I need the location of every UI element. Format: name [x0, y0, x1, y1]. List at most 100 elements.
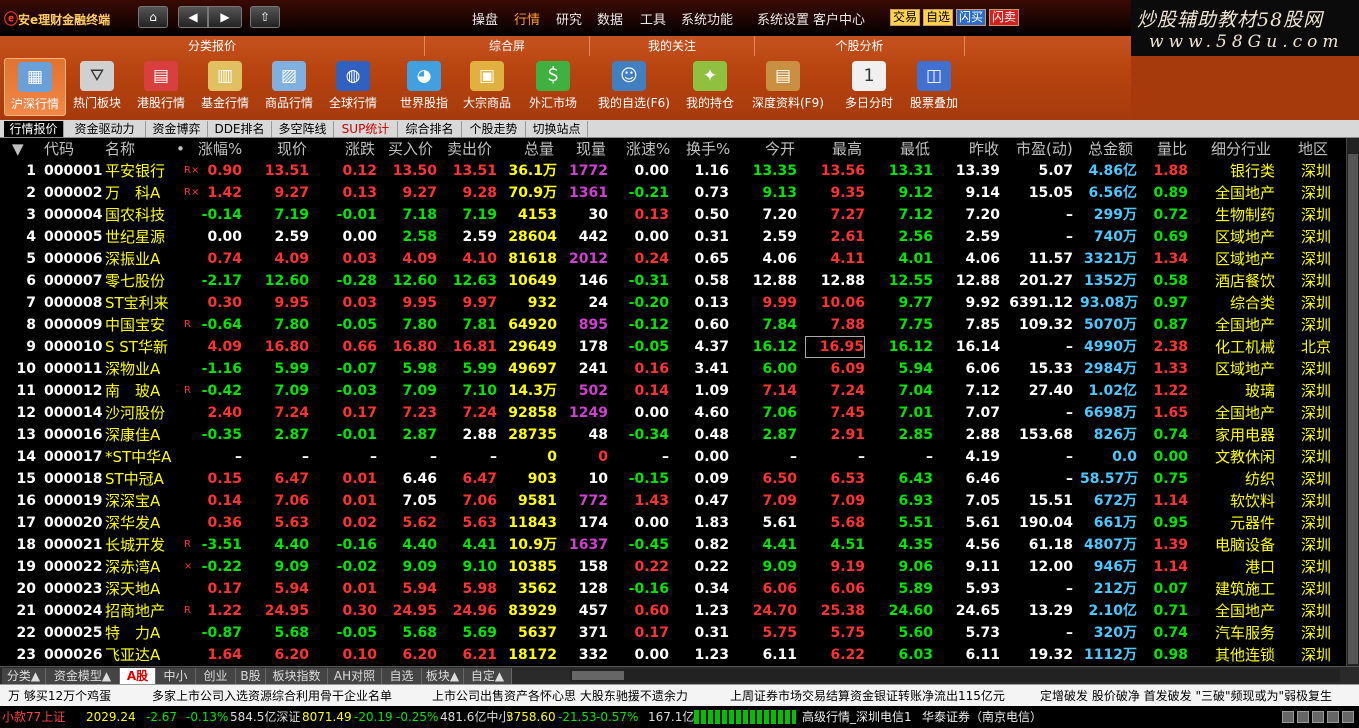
- forward-button[interactable]: ▶: [208, 6, 242, 28]
- cell-name[interactable]: S ST华新: [105, 336, 185, 358]
- view-tab-7[interactable]: 综合排名: [398, 121, 462, 137]
- quick-button-4[interactable]: 闪卖: [989, 9, 1020, 26]
- header-22[interactable]: 地区: [1298, 138, 1328, 160]
- header-18[interactable]: 市盈(动): [1016, 138, 1073, 160]
- ribbon-button-7[interactable]: ◕ 世界股指: [393, 58, 455, 116]
- ticker-item-3[interactable]: 上市公司出售资产各怀心思 大股东驰援不遗余力: [432, 685, 688, 707]
- ribbon-button-12[interactable]: ▤ 深度资料(F9): [752, 58, 824, 116]
- cell-code[interactable]: 000021: [44, 534, 104, 556]
- header-15[interactable]: 最高: [832, 138, 862, 160]
- cell-code[interactable]: 000018: [44, 468, 104, 490]
- cell-code[interactable]: 000014: [44, 402, 104, 424]
- ribbon-button-2[interactable]: ⛛ 热门板块: [66, 58, 128, 116]
- ribbon-button-8[interactable]: ▣ 大宗商品: [456, 58, 518, 116]
- cell-code[interactable]: 000025: [44, 622, 104, 644]
- cell-code[interactable]: 000004: [44, 204, 104, 226]
- header-14[interactable]: 今开: [765, 138, 795, 160]
- cell-code[interactable]: 000026: [44, 644, 104, 666]
- header-17[interactable]: 昨收: [969, 138, 999, 160]
- cell-code[interactable]: 000019: [44, 490, 104, 512]
- network-icon[interactable]: [1282, 711, 1294, 723]
- header-1[interactable]: ▼: [12, 138, 24, 160]
- grid-icon[interactable]: [1327, 711, 1339, 723]
- market-tab-5[interactable]: 创业: [196, 668, 236, 684]
- horizontal-scrollbar[interactable]: [570, 669, 1340, 682]
- vertical-scrollbar[interactable]: [1346, 138, 1359, 666]
- header-5[interactable]: 涨幅%: [198, 138, 242, 160]
- cell-code[interactable]: 000022: [44, 556, 104, 578]
- menu-1[interactable]: 操盘: [472, 9, 498, 28]
- ribbon-button-13[interactable]: 1 多日分时: [838, 58, 900, 116]
- close-icon[interactable]: [1342, 711, 1354, 723]
- cell-name[interactable]: 深华发A: [105, 512, 185, 534]
- cell-name[interactable]: *ST中华A: [105, 446, 185, 468]
- header-9[interactable]: 卖出价: [447, 138, 492, 160]
- header-10[interactable]: 总量: [524, 138, 554, 160]
- market-tab-7[interactable]: 板块指数: [266, 668, 328, 684]
- cell-name[interactable]: 长城开发: [105, 534, 185, 556]
- cell-name[interactable]: 南 玻A: [105, 380, 185, 402]
- header-13[interactable]: 换手%: [686, 138, 730, 160]
- view-tab-3[interactable]: 资金博弈: [146, 121, 208, 137]
- quick-button-3[interactable]: 闪买: [956, 9, 987, 26]
- cell-name[interactable]: 深天地A: [105, 578, 185, 600]
- horizontal-scroll-thumb[interactable]: [572, 671, 624, 680]
- cell-name[interactable]: 飞亚达A: [105, 644, 185, 666]
- market-tab-8[interactable]: AH对照: [328, 668, 382, 684]
- quick-button-2[interactable]: 自选: [923, 9, 954, 26]
- header-6[interactable]: 现价: [277, 138, 307, 160]
- cell-code[interactable]: 000001: [44, 160, 104, 182]
- header-19[interactable]: 总金额: [1088, 138, 1133, 160]
- speaker-icon[interactable]: [1312, 711, 1324, 723]
- menu-5[interactable]: 工具: [640, 9, 666, 28]
- cell-name[interactable]: 招商地产: [105, 600, 185, 622]
- cell-code[interactable]: 000024: [44, 600, 104, 622]
- back-button[interactable]: ◀: [178, 6, 208, 28]
- header-2[interactable]: 代码: [44, 138, 74, 160]
- menu-2[interactable]: 行情: [514, 9, 540, 28]
- cell-name[interactable]: 万 科A: [105, 182, 185, 204]
- cell-name[interactable]: 深赤湾A: [105, 556, 185, 578]
- cell-code[interactable]: 000020: [44, 512, 104, 534]
- market-tab-2[interactable]: 资金模型▲: [46, 668, 120, 684]
- view-tab-5[interactable]: 多空阵线: [272, 121, 334, 137]
- ribbon-button-10[interactable]: ☺ 我的自选(F6): [598, 58, 670, 116]
- home-button[interactable]: ⌂: [138, 6, 168, 28]
- menu-7[interactable]: 系统设置: [757, 9, 809, 28]
- cell-name[interactable]: ST中冠A: [105, 468, 185, 490]
- market-tab-9[interactable]: 自选: [382, 668, 422, 684]
- cell-code[interactable]: 000012: [44, 380, 104, 402]
- cell-name[interactable]: 中国宝安: [105, 314, 185, 336]
- cell-name[interactable]: 深深宝A: [105, 490, 185, 512]
- market-tab-10[interactable]: 板块▲: [422, 668, 464, 684]
- cell-code[interactable]: 000006: [44, 248, 104, 270]
- view-tab-2[interactable]: 资金驱动力: [64, 121, 146, 137]
- header-16[interactable]: 最低: [900, 138, 930, 160]
- header-11[interactable]: 现量: [576, 138, 606, 160]
- cell-name[interactable]: ST宝利来: [105, 292, 185, 314]
- cell-name[interactable]: 深物业A: [105, 358, 185, 380]
- menu-8[interactable]: 客户中心: [813, 9, 865, 28]
- ticker-item-5[interactable]: 定增破发 股价破净 首发破发 "三破"频现或为"弱极复生: [1040, 685, 1332, 707]
- header-21[interactable]: 细分行业: [1211, 138, 1271, 160]
- ribbon-button-11[interactable]: ✦ 我的持仓: [679, 58, 741, 116]
- view-tab-9[interactable]: 切换站点: [526, 121, 588, 137]
- market-tab-1[interactable]: 分类▲: [2, 668, 46, 684]
- header-3[interactable]: 名称: [105, 138, 135, 160]
- menu-4[interactable]: 数据: [597, 9, 623, 28]
- cell-name[interactable]: 世纪星源: [105, 226, 185, 248]
- cell-name[interactable]: 深康佳A: [105, 424, 185, 446]
- cell-code[interactable]: 000008: [44, 292, 104, 314]
- header-8[interactable]: 买入价: [388, 138, 433, 160]
- market-tab-3[interactable]: A股: [120, 668, 156, 684]
- collapse-button[interactable]: ⇧: [250, 6, 280, 28]
- cell-code[interactable]: 000007: [44, 270, 104, 292]
- cell-code[interactable]: 000009: [44, 314, 104, 336]
- cell-name[interactable]: 沙河股份: [105, 402, 185, 424]
- ticker-item-4[interactable]: 上周证券市场交易结算资金银证转账净流出115亿元: [730, 685, 1005, 707]
- cell-code[interactable]: 000010: [44, 336, 104, 358]
- cell-name[interactable]: 零七股份: [105, 270, 185, 292]
- vertical-scroll-thumb[interactable]: [1348, 154, 1358, 664]
- cell-code[interactable]: 000011: [44, 358, 104, 380]
- cell-code[interactable]: 000005: [44, 226, 104, 248]
